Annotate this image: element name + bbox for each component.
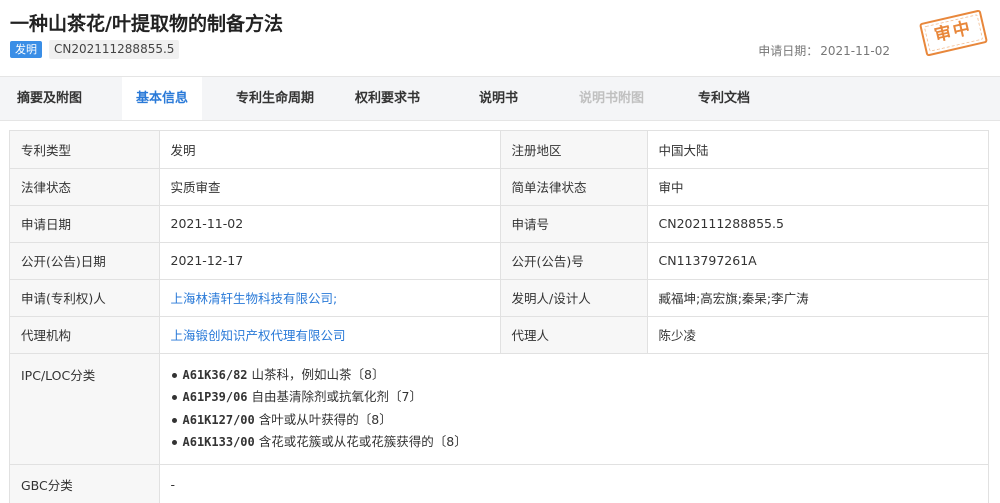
field-label: 代理人 [500, 316, 648, 354]
ipc-code: A61K127/00 [182, 412, 255, 427]
field-label: IPC/LOC分类 [10, 353, 160, 465]
ipc-code: A61K36/82 [182, 367, 248, 382]
status-stamp: 审中 [918, 9, 989, 57]
table-row: 申请日期 2021-11-02 申请号 CN202111288855.5 [10, 205, 988, 243]
apply-date-label: 申请日期： [758, 44, 819, 58]
ipc-classification-list: A61K36/82 山茶科，例如山茶〔8〕 A61P39/06 自由基清除剂或抗氧化… [159, 353, 988, 465]
field-label: 简单法律状态 [500, 168, 648, 206]
field-value: 发明 [159, 131, 501, 169]
field-label: 专利类型 [10, 131, 160, 169]
patent-header: 一种山茶花/叶提取物的制备方法 发明 CN202111288855.5 申请日期… [0, 0, 1000, 66]
field-value: CN113797261A [647, 242, 988, 280]
agency-link[interactable]: 上海锻创知识产权代理有限公司 [171, 328, 346, 343]
patent-type-badge: 发明 [10, 41, 42, 58]
ipc-desc: 含叶或从叶获得的〔8〕 [258, 411, 392, 427]
table-row: 专利类型 发明 注册地区 中国大陆 [10, 131, 988, 169]
field-label: 公开(公告)号 [500, 242, 648, 280]
table-row: 申请(专利权)人 上海林清轩生物科技有限公司; 发明人/设计人 臧福坤;高宏旗;… [10, 279, 988, 317]
apply-date-value: 2021-11-02 [820, 44, 890, 58]
applicant-link[interactable]: 上海林清轩生物科技有限公司; [171, 291, 338, 306]
ipc-code: A61P39/06 [182, 390, 248, 404]
field-value: 上海锻创知识产权代理有限公司 [159, 316, 501, 354]
table-row: 公开(公告)日期 2021-12-17 公开(公告)号 CN113797261A [10, 242, 988, 280]
field-label: 申请(专利权)人 [10, 279, 160, 317]
table-row: 法律状态 实质审查 简单法律状态 审中 [10, 168, 988, 206]
tab-description-figures: 说明书附图 [579, 91, 645, 106]
table-row: 代理机构 上海锻创知识产权代理有限公司 代理人 陈少凌 [10, 316, 988, 354]
field-label: 注册地区 [500, 131, 648, 169]
tab-description[interactable]: 说明书 [479, 77, 518, 120]
ipc-item: A61P39/06 自由基清除剂或抗氧化剂〔7〕 [171, 386, 980, 409]
field-value: 审中 [647, 168, 988, 206]
field-label: 公开(公告)日期 [10, 242, 160, 280]
field-value: CN202111288855.5 [647, 205, 988, 243]
field-label: 代理机构 [10, 316, 160, 354]
apply-date: 申请日期： 2021-11-02 [756, 42, 890, 59]
tab-abstract[interactable]: 摘要及附图 [17, 77, 82, 120]
ipc-desc: 山茶科，例如山茶〔8〕 [251, 366, 385, 382]
field-value: 陈少凌 [647, 316, 988, 354]
field-value: 2021-12-17 [159, 242, 501, 280]
field-value: 2021-11-02 [159, 205, 501, 243]
basic-info-table: 专利类型 发明 注册地区 中国大陆 法律状态 实质审查 简单法律状态 审中 申请… [9, 130, 989, 503]
field-value: - [159, 464, 988, 503]
ipc-item: A61K36/82 山茶科，例如山茶〔8〕 [171, 364, 980, 387]
tab-lifecycle[interactable]: 专利生命周期 [236, 77, 314, 120]
ipc-item: A61K127/00 含叶或从叶获得的〔8〕 [171, 409, 980, 432]
ipc-code: A61K133/00 [182, 435, 255, 449]
field-value: 臧福坤;高宏旗;秦杲;李广涛 [647, 279, 988, 317]
field-label: 法律状态 [10, 168, 160, 206]
field-value: 实质审查 [159, 168, 501, 206]
tab-basic-info[interactable]: 基本信息 [122, 77, 203, 120]
field-label: 申请日期 [10, 205, 160, 243]
field-value: 上海林清轩生物科技有限公司; [159, 279, 501, 317]
page-title: 一种山茶花/叶提取物的制备方法 [10, 13, 283, 35]
table-row-ipc: IPC/LOC分类 A61K36/82 山茶科，例如山茶〔8〕 A61P39/06… [10, 353, 988, 465]
ipc-desc: 自由基清除剂或抗氧化剂〔7〕 [251, 389, 422, 404]
field-label: 申请号 [500, 205, 648, 243]
tab-documents[interactable]: 专利文档 [698, 77, 750, 120]
tab-bar: 摘要及附图 基本信息 专利生命周期 权利要求书 说明书 说明书附图 专利文档 [0, 76, 1000, 121]
table-row-gbc: GBC分类 - [10, 464, 988, 503]
tab-claims[interactable]: 权利要求书 [355, 77, 420, 120]
field-label: GBC分类 [10, 464, 160, 503]
field-value: 中国大陆 [647, 131, 988, 169]
application-number-tag: CN202111288855.5 [49, 40, 180, 59]
ipc-item: A61K133/00 含花或花簇或从花或花簇获得的〔8〕 [171, 431, 980, 454]
field-label: 发明人/设计人 [500, 279, 648, 317]
ipc-desc: 含花或花簇或从花或花簇获得的〔8〕 [258, 434, 467, 449]
